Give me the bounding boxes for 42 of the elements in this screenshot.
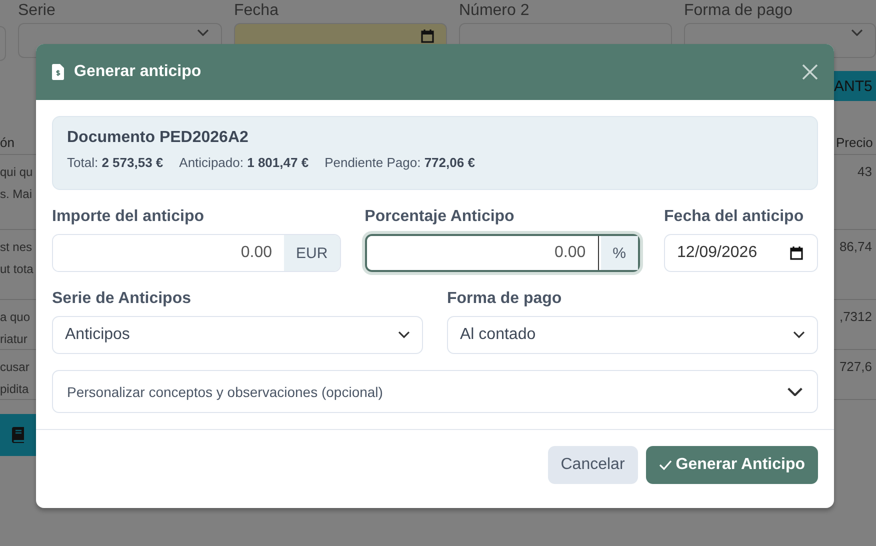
field-label: Forma de pago: [447, 290, 563, 308]
chevron-down-icon: [197, 29, 209, 36]
document-title: Documento PED2026A2: [67, 129, 250, 147]
unit-addon: %: [600, 236, 638, 270]
select-field[interactable]: Anticipos: [52, 316, 423, 354]
close-icon: [802, 64, 818, 80]
book-icon: [12, 427, 24, 443]
amount-text: Pendiente Pago: 772,06 €: [324, 155, 475, 170]
number-input-field[interactable]: 0.00 %: [364, 234, 640, 272]
field-label: Fecha: [234, 2, 280, 20]
field-label: Serie de Anticipos: [52, 290, 192, 308]
table-cell: 727,6: [836, 350, 876, 400]
field-label: Porcentaje Anticipo: [364, 208, 516, 226]
amount-text: Total: 2 573,53 €: [67, 155, 164, 170]
calendar-icon: [790, 246, 803, 260]
close-button[interactable]: [802, 64, 818, 80]
accordion-header[interactable]: Personalizar conceptos y observaciones (opcional): [52, 370, 818, 413]
dialog-title: Generar anticipo: [74, 63, 202, 81]
cancel-button[interactable]: Cancelar: [548, 446, 638, 484]
toolbar-button[interactable]: [0, 414, 36, 456]
number-input-field[interactable]: 0.00 EUR: [52, 234, 341, 272]
field-label: Importe del anticipo: [52, 208, 206, 226]
chevron-down-icon: [787, 386, 803, 396]
field-label: Fecha del anticipo: [664, 208, 805, 226]
table-cell: 43: [836, 155, 876, 230]
invoice-icon: [52, 64, 64, 80]
column-header: Precio: [836, 129, 876, 155]
chevron-down-icon: [793, 331, 805, 339]
select-field[interactable]: Al contado: [447, 316, 818, 354]
field-label: Número 2: [459, 2, 530, 20]
table-cell: ,7312: [836, 300, 876, 350]
table-cell: 86,74: [836, 230, 876, 300]
calendar-icon: [421, 29, 434, 43]
field-label: Serie: [18, 2, 56, 20]
chevron-down-icon: [851, 29, 863, 36]
chevron-down-icon: [398, 331, 410, 339]
amount-text: Anticipado: 1 801,47 €: [179, 155, 309, 170]
check-icon: [658, 460, 672, 470]
generate-button[interactable]: Generar Anticipo: [646, 446, 818, 484]
date-field[interactable]: 12/09/2026: [664, 234, 818, 272]
field-label: Forma de pago: [684, 2, 794, 20]
unit-addon: EUR: [284, 235, 340, 271]
